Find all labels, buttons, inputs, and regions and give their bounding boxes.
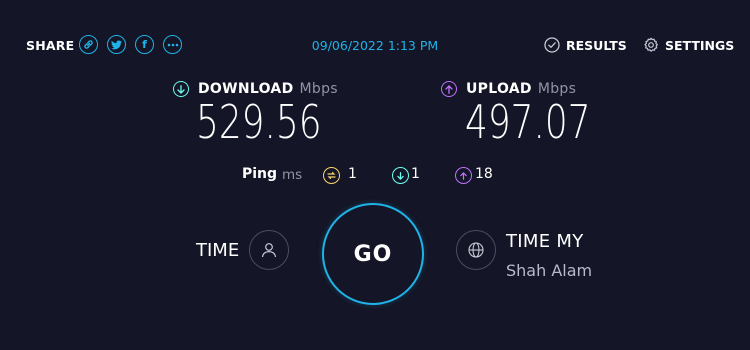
share-more-button[interactable] (163, 35, 182, 54)
isp-name: TIME (196, 240, 240, 261)
results-link[interactable]: RESULTS (544, 37, 627, 53)
share-link-button[interactable] (79, 35, 98, 54)
result-timestamp[interactable]: 09/06/2022 1:13 PM (312, 38, 438, 53)
ping-download-icon (392, 167, 409, 184)
go-button[interactable]: GO (322, 203, 424, 305)
more-icon (167, 43, 178, 46)
user-icon (261, 243, 277, 258)
arrow-up-circle-icon (441, 81, 457, 97)
share-facebook-button[interactable]: f (135, 35, 154, 54)
share-twitter-button[interactable] (107, 35, 126, 54)
ping-upload-value: 18 (475, 166, 493, 182)
arrow-down-circle-icon (173, 81, 189, 97)
ping-upload-icon (455, 167, 472, 184)
ping-label: Ping (242, 166, 278, 182)
go-label: GO (353, 241, 393, 267)
gear-icon (644, 37, 658, 52)
globe-icon (468, 242, 484, 258)
facebook-icon: f (142, 38, 147, 51)
ping-idle-icon (323, 167, 340, 184)
download-value: 529.56 (196, 95, 322, 149)
link-icon (84, 40, 93, 49)
twitter-icon (111, 39, 122, 49)
server-name: TIME MY (506, 231, 584, 252)
upload-value: 497.07 (465, 95, 591, 149)
share-label: SHARE (26, 38, 75, 53)
results-label: RESULTS (566, 37, 627, 53)
check-circle-icon (544, 37, 560, 53)
settings-label: SETTINGS (665, 37, 735, 53)
server-location[interactable]: Shah Alam (506, 261, 592, 280)
settings-link[interactable]: SETTINGS (643, 37, 734, 53)
ping-download-value: 1 (411, 166, 420, 182)
ping-idle-value: 1 (348, 166, 357, 182)
change-isp-button[interactable] (249, 230, 289, 270)
change-server-button[interactable] (456, 230, 496, 270)
ping-unit: ms (282, 167, 303, 183)
